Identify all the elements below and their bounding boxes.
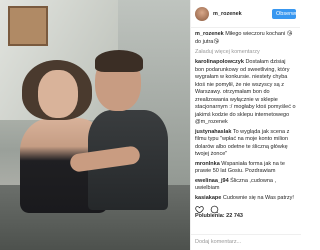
load-more-comments[interactable]: Załaduj więcej komentarzy [195, 49, 296, 55]
photo-woman-face [38, 70, 78, 118]
comment-username[interactable]: mronlnka [195, 161, 220, 167]
heart-icon[interactable] [195, 201, 204, 214]
post-actions [195, 201, 219, 214]
post-sidebar: m_rozenek Obserwuj m_rozenek Miłego wiec… [190, 0, 301, 250]
photo-picture-frame [8, 6, 48, 46]
comment-item: mronlnka Wspaniała forma jak na te prawi… [195, 161, 296, 176]
avatar[interactable] [195, 6, 209, 21]
comment-username[interactable]: karolinapolowczyk [195, 59, 244, 65]
post-username[interactable]: m_rozenek [213, 11, 242, 17]
comment-username[interactable]: kasiakape [195, 195, 221, 201]
comment-icon[interactable] [210, 201, 219, 214]
comment-username[interactable]: ewelinaa_j94 [195, 178, 229, 184]
comment-username[interactable]: justynahaslak [195, 129, 231, 135]
likes-count[interactable]: Polubienia: 22 743 [195, 213, 243, 219]
comments-section: m_rozenek Miłego wieczoru kochani 😘 do j… [191, 28, 300, 204]
comment-item: justynahaslak To wygląda jak scena z fil… [195, 129, 296, 159]
comment-text: Cudownie się na Was patrzy! [222, 194, 294, 201]
comment-item: karolinapolowczyk Dostałam dzisiaj bon p… [195, 59, 296, 127]
comment-item: ewelinaa_j94 Śliczna ,cudowna , uwielbia… [195, 178, 296, 193]
caption-username[interactable]: m_rozenek [195, 31, 224, 37]
follow-button[interactable]: Obserwuj [272, 8, 296, 19]
post-photo[interactable] [0, 0, 190, 250]
add-comment-input[interactable]: Dodaj komentarz... [191, 234, 301, 250]
photo-man-hair [95, 50, 143, 72]
post-header: m_rozenek Obserwuj [191, 0, 300, 28]
caption: m_rozenek Miłego wieczoru kochani 😘 do j… [195, 31, 296, 46]
comment-text: Dostałam dzisiaj bon podarunkowy od swee… [195, 59, 296, 125]
